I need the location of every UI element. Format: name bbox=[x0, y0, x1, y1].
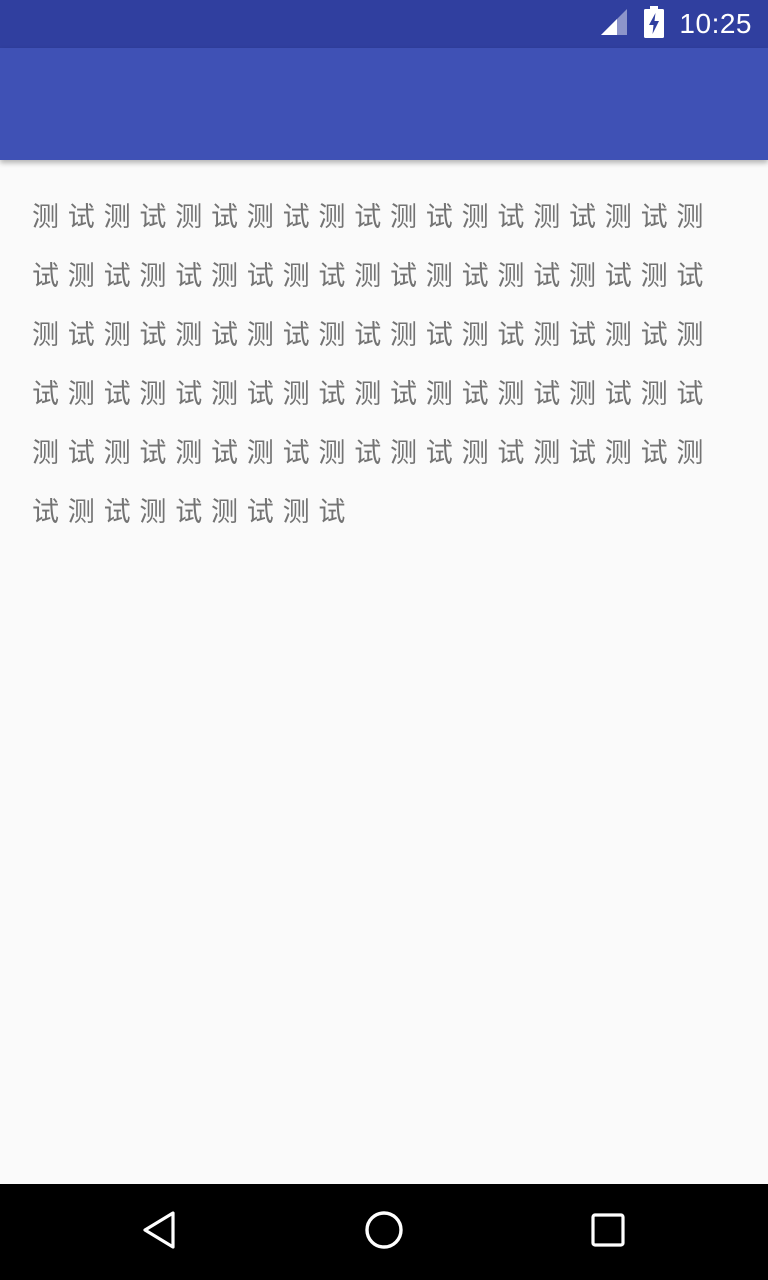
content-area: 测试测试测试测试测试测试测试测试测试测试测试测试测试测试测试测试测试测试测试测试… bbox=[0, 160, 768, 1184]
status-icons: 10:25 bbox=[599, 0, 752, 48]
recents-icon bbox=[590, 1212, 626, 1252]
cell-signal-icon bbox=[599, 7, 629, 41]
back-icon bbox=[140, 1210, 180, 1254]
screen: 10:25 测试测试测试测试测试测试测试测试测试测试测试测试测试测试测试测试测试… bbox=[0, 0, 768, 1280]
home-button[interactable] bbox=[336, 1184, 432, 1280]
battery-charging-icon bbox=[643, 6, 665, 42]
back-button[interactable] bbox=[112, 1184, 208, 1280]
body-text: 测试测试测试测试测试测试测试测试测试测试测试测试测试测试测试测试测试测试测试测试… bbox=[32, 202, 713, 528]
recents-button[interactable] bbox=[560, 1184, 656, 1280]
app-bar bbox=[0, 48, 768, 160]
status-time: 10:25 bbox=[679, 8, 752, 39]
status-bar: 10:25 bbox=[0, 0, 768, 48]
navigation-bar bbox=[0, 1184, 768, 1280]
home-icon bbox=[363, 1209, 405, 1255]
